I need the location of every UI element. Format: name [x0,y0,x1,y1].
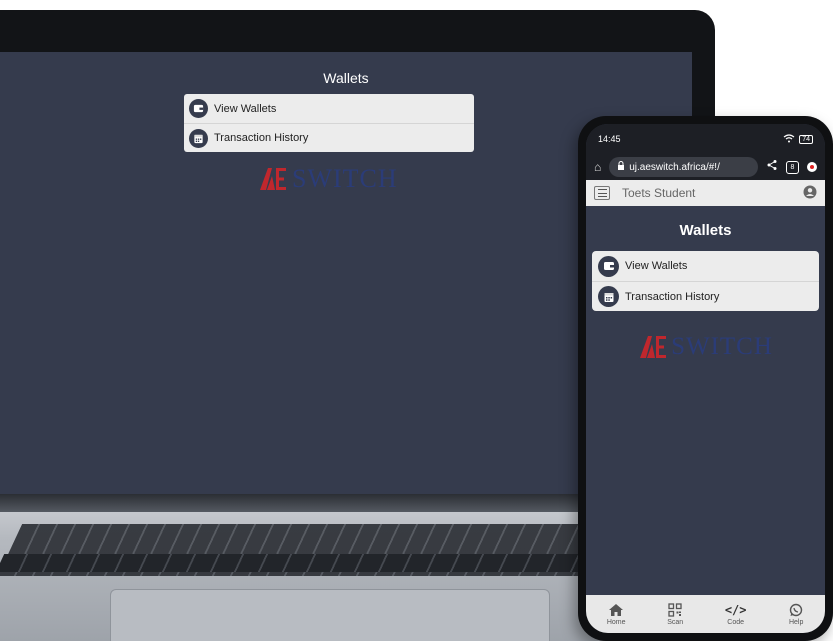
address-bar[interactable]: uj.aeswitch.africa/#!/ [609,157,758,177]
status-time: 14:45 [598,134,621,144]
user-name: Toets Student [622,186,696,200]
menu-item-view-wallets[interactable]: View Wallets [592,251,819,281]
hamburger-menu-icon[interactable] [594,186,610,200]
menu-item-transaction-history[interactable]: Transaction History [184,123,474,152]
nav-help[interactable]: Help [788,603,804,626]
browser-toolbar: ⌂ uj.aeswitch.africa/#!/ 8 [586,154,825,180]
share-icon[interactable] [766,158,778,176]
battery-level: 74 [802,135,810,143]
calendar-icon [598,286,619,307]
keyboard-row [0,554,605,572]
ae-mark-icon [260,168,286,190]
menu-item-label: View Wallets [625,260,688,272]
ae-mark-icon [640,336,667,358]
browser-menu-icon[interactable] [807,162,817,172]
page-title: Wallets [323,70,369,86]
lock-icon [617,161,625,173]
aeswitch-logo: SWITCH [586,333,825,361]
user-avatar-icon[interactable] [803,185,817,202]
battery-icon: 74 [799,134,813,144]
phone-frame: 14:45 74 ⌂ uj.aeswitch.africa/#!/ 8 Toet… [578,116,833,641]
wallet-icon [598,255,619,277]
qr-icon [668,602,682,617]
wallet-menu: View Wallets Transaction History [184,94,474,152]
nav-home[interactable]: Home [607,603,626,626]
calendar-icon [189,128,208,148]
menu-item-transaction-history[interactable]: Transaction History [592,281,819,311]
aeswitch-logo: SWITCH [258,164,398,194]
menu-item-view-wallets[interactable]: View Wallets [184,94,474,123]
wallet-menu: View Wallets Transaction History [592,251,819,311]
whatsapp-icon [789,603,803,616]
menu-item-label: Transaction History [625,290,720,303]
logo-text: SWITCH [292,164,398,193]
wifi-icon [783,133,795,145]
nav-code[interactable]: </> Code [725,603,747,626]
wallet-icon [189,99,208,118]
nav-label: Home [606,618,626,626]
tab-count-button[interactable]: 8 [786,160,799,174]
menu-item-label: View Wallets [214,102,277,115]
nav-label: Scan [667,618,684,626]
trackpad [110,589,550,641]
nav-scan[interactable]: Scan [667,602,684,626]
nav-label: Code [727,618,745,626]
url-text: uj.aeswitch.africa/#!/ [629,161,720,173]
menu-item-label: Transaction History [214,132,309,144]
app-header: Toets Student [586,180,825,206]
home-outline-icon[interactable]: ⌂ [594,160,601,174]
status-bar: 14:45 74 [586,124,825,154]
bottom-nav: Home Scan </> Code Help [586,595,825,633]
nav-label: Help [788,618,804,626]
page-title: Wallets [679,222,732,239]
code-icon: </> [724,602,747,617]
home-icon [609,603,624,616]
logo-text: SWITCH [671,333,773,360]
phone-screen: 14:45 74 ⌂ uj.aeswitch.africa/#!/ 8 Toet… [586,124,825,633]
